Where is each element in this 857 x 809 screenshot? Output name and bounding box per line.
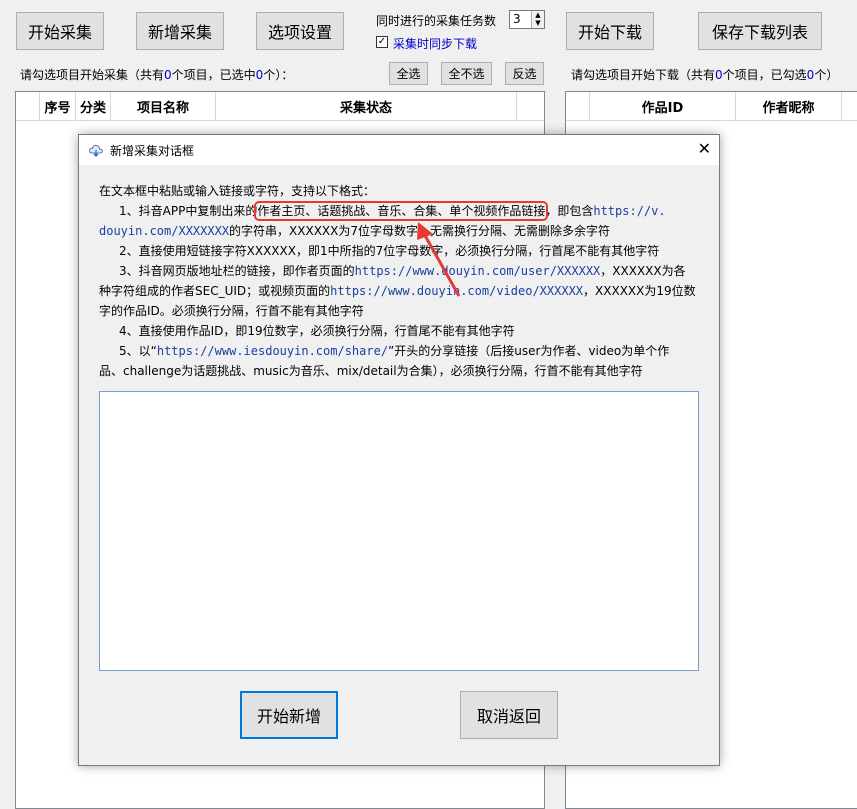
add-collect-dialog[interactable]: 新增采集对话框 ✕ 在文本框中粘贴或输入链接或字符，支持以下格式： 1、抖音AP… (78, 134, 720, 766)
concurrent-label: 同时进行的采集任务数 (376, 14, 497, 28)
annotation-arrow-icon (417, 222, 461, 297)
download-grid-header: 作品ID 作者昵称 (566, 92, 857, 121)
start-collect-button[interactable]: 开始采集 (16, 12, 104, 50)
instruction-item-2: 2、直接使用短链接字符XXXXXX，即1中所指的7位字母数字，必须换行分隔，行首… (119, 244, 660, 258)
add-collect-button[interactable]: 新增采集 (136, 12, 224, 50)
stepper-down-icon[interactable]: ▼ (531, 19, 544, 28)
save-download-list-button[interactable]: 保存下载列表 (698, 12, 822, 50)
left-status-text: 请勾选项目开始采集（共有0个项目，已选中0个）： (20, 68, 294, 82)
concurrent-stepper[interactable]: 3 ▲ ▼ (509, 10, 545, 29)
column-work-id[interactable]: 作品ID (590, 92, 736, 120)
start-download-button[interactable]: 开始下载 (566, 12, 654, 50)
instruction-item-3-end: 字的作品ID。必须换行分隔，行首不能有其他字符 (99, 304, 364, 318)
select-none-button[interactable]: 全不选 (441, 62, 492, 85)
links-input[interactable] (99, 391, 699, 671)
instruction-item-3-cont: 种字符组成的作者SEC_UID；或视频页面的https://www.douyin… (99, 284, 696, 298)
column-project-name[interactable]: 项目名称 (111, 92, 216, 120)
instructions-intro: 在文本框中粘贴或输入链接或字符，支持以下格式： (99, 184, 376, 198)
instruction-item-4: 4、直接使用作品ID，即19位数字，必须换行分隔，行首尾不能有其他字符 (119, 324, 515, 338)
select-all-button[interactable]: 全选 (389, 62, 428, 85)
instruction-item-1: 1、抖音APP中复制出来的作者主页、话题挑战、音乐、合集、单个视频作品链接，即包… (119, 201, 666, 221)
instruction-item-5: 5、以“https://www.iesdouyin.com/share/”开头的… (119, 344, 670, 358)
right-status-text: 请勾选项目开始下载（共有0个项目，已勾选0个） (571, 68, 839, 82)
dialog-title: 新增采集对话框 (110, 143, 195, 158)
close-icon[interactable]: ✕ (698, 141, 711, 157)
confirm-add-button[interactable]: 开始新增 (240, 691, 338, 739)
column-category[interactable]: 分类 (76, 92, 111, 120)
concurrent-value: 3 (513, 12, 521, 26)
column-author-nickname[interactable]: 作者昵称 (736, 92, 842, 120)
invert-selection-button[interactable]: 反选 (505, 62, 544, 85)
sync-download-label[interactable]: 采集时同步下载 (393, 35, 477, 52)
cancel-return-button[interactable]: 取消返回 (460, 691, 558, 739)
column-checkbox (16, 92, 40, 120)
instructions: 在文本框中粘贴或输入链接或字符，支持以下格式： 1、抖音APP中复制出来的作者主… (99, 181, 705, 381)
instruction-item-5-cont: 品、challenge为话题挑战、music为音乐、mix/detail为合集）… (99, 364, 643, 378)
instruction-item-1-cont: douyin.com/XXXXXXX的字符串，XXXXXX为7位字母数字，无需换… (99, 224, 610, 238)
options-button[interactable]: 选项设置 (256, 12, 344, 50)
stepper-up-icon[interactable]: ▲ (531, 11, 544, 19)
column-collect-status[interactable]: 采集状态 (216, 92, 517, 120)
highlighted-link-types: 作者主页、话题挑战、音乐、合集、单个视频作品链接 (254, 201, 549, 221)
sync-download-checkbox[interactable]: ✓ (376, 36, 388, 48)
column-index[interactable]: 序号 (40, 92, 76, 120)
column-checkbox-right (566, 92, 590, 120)
dialog-title-bar[interactable]: 新增采集对话框 ✕ (79, 135, 719, 165)
cloud-icon (88, 142, 104, 158)
checkmark-icon: ✓ (377, 36, 387, 47)
collect-grid-header: 序号 分类 项目名称 采集状态 (16, 92, 544, 121)
instruction-item-3: 3、抖音网页版地址栏的链接，即作者页面的https://www.douyin.c… (119, 264, 686, 278)
